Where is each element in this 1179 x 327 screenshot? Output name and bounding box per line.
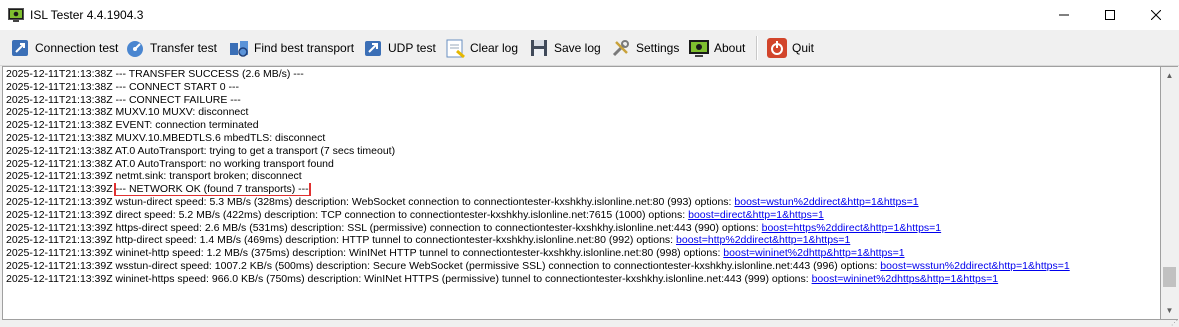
maximize-button[interactable] (1087, 0, 1133, 30)
find-best-transport-label: Find best transport (254, 40, 355, 55)
connection-test-label: Connection test (35, 40, 119, 55)
log-output[interactable]: 2025-12-11T21:13:38Z --- TRANSFER SUCCES… (2, 66, 1161, 320)
about-label: About (714, 40, 746, 55)
quit-button[interactable]: Quit (766, 33, 814, 62)
log-line: 2025-12-11T21:13:38Z MUXV.10.MBEDTLS.6 m… (6, 131, 326, 144)
toolbar: Connection test Transfer test Find best … (0, 30, 1179, 66)
clear-log-label: Clear log (470, 40, 519, 55)
boost-link[interactable]: boost=wstun%2ddirect&http=1&https=1 (734, 196, 918, 208)
chevron-down-icon: ▼ (1165, 306, 1174, 315)
save-log-button[interactable]: Save log (528, 33, 601, 62)
transfer-test-icon (127, 40, 143, 57)
app-icon (8, 8, 24, 22)
boost-link[interactable]: boost=wsstun%2ddirect&http=1&https=1 (880, 260, 1069, 272)
save-log-icon (531, 39, 547, 56)
quit-label: Quit (792, 40, 815, 55)
scroll-up-button[interactable]: ▲ (1161, 67, 1178, 84)
log-line: 2025-12-11T21:13:39Z netmt.sink: transpo… (6, 170, 302, 183)
settings-label: Settings (636, 40, 680, 55)
network-ok-highlight: --- NETWORK OK (found 7 transports) --- (113, 183, 311, 196)
boost-link[interactable]: boost=https%2ddirect&http=1&https=1 (762, 222, 942, 234)
log-line: 2025-12-11T21:13:39Z http-direct speed: … (6, 234, 851, 247)
minimize-icon (1059, 14, 1069, 16)
boost-link[interactable]: boost=http%2ddirect&http=1&https=1 (676, 234, 850, 246)
settings-icon (612, 39, 629, 56)
clear-log-button[interactable]: Clear log (444, 33, 518, 62)
log-line: 2025-12-11T21:13:39Z wininet-http speed:… (6, 247, 905, 260)
close-icon (1151, 10, 1161, 20)
minimize-button[interactable] (1041, 0, 1087, 30)
log-line-network-ok: 2025-12-11T21:13:39Z --- NETWORK OK (fou… (6, 183, 311, 196)
quit-icon (767, 37, 787, 58)
about-icon (689, 39, 709, 57)
log-line: 2025-12-11T21:13:38Z EVENT: connection t… (6, 119, 259, 132)
boost-link[interactable]: boost=wininet%2dhttps&http=1&https=1 (812, 273, 999, 285)
log-line: 2025-12-11T21:13:38Z AT.0 AutoTransport:… (6, 144, 396, 157)
window-title: ISL Tester 4.4.1904.3 (30, 8, 144, 22)
log-line: 2025-12-11T21:13:39Z direct speed: 5.2 M… (6, 208, 824, 221)
log-line: 2025-12-11T21:13:39Z https-direct speed:… (6, 221, 942, 234)
clear-log-icon (446, 39, 465, 58)
log-line: 2025-12-11T21:13:38Z --- TRANSFER SUCCES… (6, 68, 304, 80)
scroll-down-button[interactable]: ▼ (1161, 302, 1178, 319)
transfer-test-button[interactable]: Transfer test (124, 33, 217, 62)
settings-button[interactable]: Settings (610, 33, 679, 62)
boost-link[interactable]: boost=wininet%2dhttp&http=1&https=1 (723, 247, 904, 259)
about-button[interactable]: About (688, 33, 745, 62)
find-best-transport-icon (230, 40, 248, 57)
log-line: 2025-12-11T21:13:38Z MUXV.10 MUXV: disco… (6, 106, 249, 119)
scroll-thumb[interactable] (1163, 267, 1176, 287)
boost-link[interactable]: boost=direct&http=1&https=1 (688, 209, 824, 221)
find-best-transport-button[interactable]: Find best transport (228, 33, 354, 62)
udp-test-button[interactable]: UDP test (362, 33, 436, 62)
udp-test-icon (365, 40, 381, 56)
connection-test-icon (12, 39, 28, 56)
resize-grip-icon[interactable]: ⋰ (1171, 319, 1178, 327)
status-bar: ⋰ (0, 320, 1179, 327)
log-line: 2025-12-11T21:13:39Z wsstun-direct speed… (6, 259, 1070, 272)
toolbar-separator (756, 36, 758, 60)
log-line: 2025-12-11T21:13:38Z AT.0 AutoTransport:… (6, 157, 334, 170)
close-button[interactable] (1133, 0, 1179, 30)
log-line: 2025-12-11T21:13:39Z wstun-direct speed:… (6, 195, 919, 208)
log-scrollbar[interactable]: ▲ ▼ (1161, 66, 1178, 320)
chevron-up-icon: ▲ (1165, 71, 1174, 80)
log-line: 2025-12-11T21:13:38Z --- CONNECT START 0… (6, 80, 240, 93)
connection-test-button[interactable]: Connection test (9, 33, 118, 62)
udp-test-label: UDP test (388, 40, 436, 55)
transfer-test-label: Transfer test (150, 40, 217, 55)
title-bar[interactable]: ISL Tester 4.4.1904.3 (0, 0, 1179, 30)
maximize-icon (1105, 10, 1115, 20)
log-lines: 2025-12-11T21:13:38Z --- TRANSFER SUCCES… (6, 68, 1160, 286)
save-log-label: Save log (554, 40, 601, 55)
log-line: 2025-12-11T21:13:39Z wininet-https speed… (6, 272, 999, 285)
log-line: 2025-12-11T21:13:38Z --- CONNECT FAILURE… (6, 93, 241, 106)
